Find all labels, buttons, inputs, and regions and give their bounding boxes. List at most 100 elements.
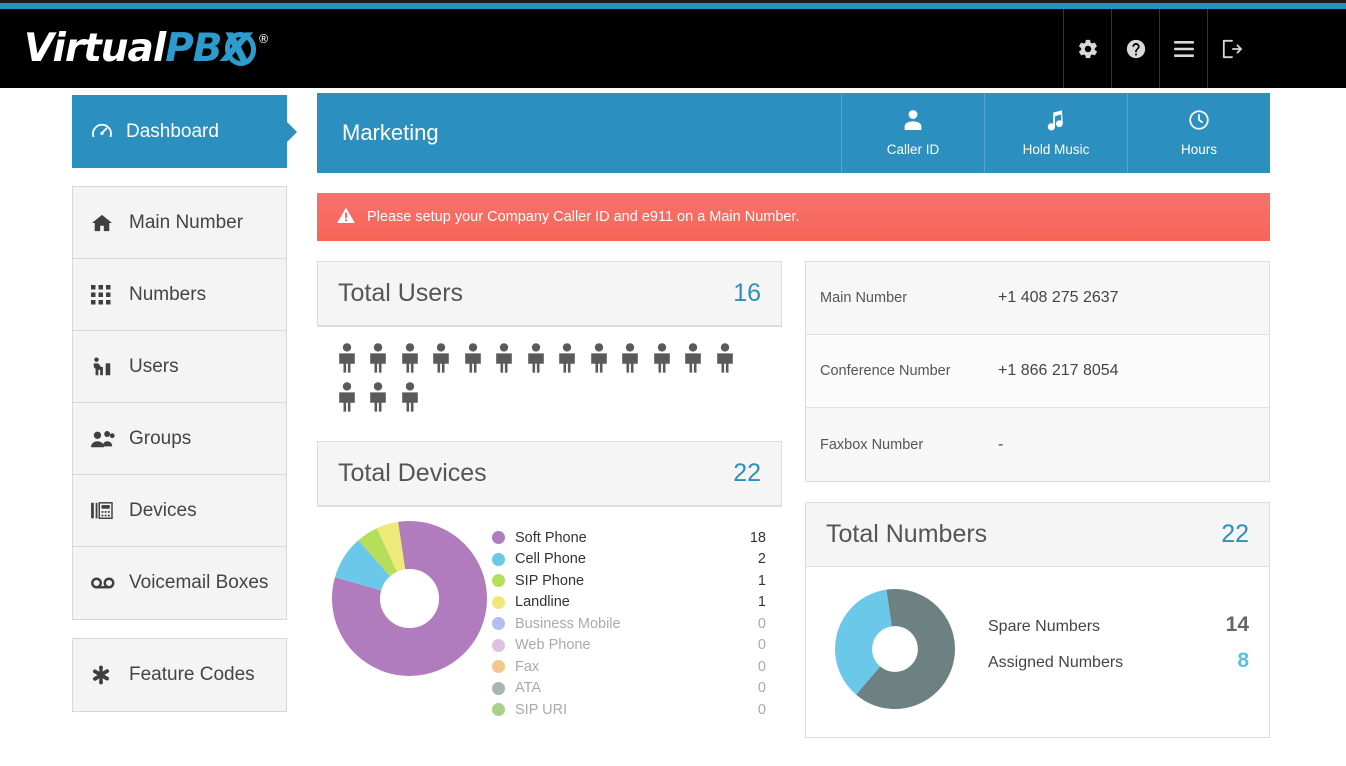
total-numbers-title: Total Numbers [826, 520, 987, 549]
sidebar-item-label: Groups [129, 428, 191, 450]
numbers-donut-svg [835, 589, 955, 709]
sidebar-item-main-number[interactable]: Main Number [73, 187, 286, 259]
caller-id-button[interactable]: Caller ID [841, 93, 984, 173]
sidebar-item-devices[interactable]: Devices [73, 475, 286, 547]
device-legend-row: ATA0 [492, 678, 766, 700]
legend-color-dot [492, 553, 505, 566]
total-users-body [317, 327, 782, 441]
sidebar-group-primary: Main Number Numbers [72, 186, 287, 620]
sidebar-item-numbers[interactable]: Numbers [73, 259, 286, 331]
total-devices-header: Total Devices 22 [318, 442, 781, 506]
logo-registered-mark: ® [258, 32, 269, 46]
legend-label: ATA [515, 680, 758, 696]
right-column: Main Number +1 408 275 2637 Conference N… [805, 261, 1270, 738]
desk-phone-icon [91, 501, 119, 521]
hours-button[interactable]: Hours [1127, 93, 1270, 173]
sidebar-item-groups[interactable]: Groups [73, 403, 286, 475]
user-person-icon [394, 382, 426, 412]
app-header: VirtualPBX® [0, 9, 1346, 88]
total-users-header: Total Users 16 [318, 262, 781, 326]
legend-label: SIP Phone [515, 573, 758, 589]
legend-label: Web Phone [515, 637, 758, 653]
sidebar-item-label: Main Number [129, 212, 243, 234]
legend-color-dot [492, 703, 505, 716]
hours-label: Hours [1181, 142, 1217, 157]
legend-value: 0 [758, 616, 766, 632]
grid-dots-icon [91, 285, 119, 305]
legend-value: 2 [758, 551, 766, 567]
user-person-icon [489, 343, 521, 373]
legend-value: 0 [758, 702, 766, 718]
device-legend-row: Soft Phone18 [492, 527, 766, 549]
sidebar-item-label: Dashboard [126, 121, 219, 143]
sidebar-item-label: Devices [129, 500, 197, 522]
total-numbers-body: Spare Numbers 14 Assigned Numbers 8 [806, 567, 1269, 737]
user-person-icon [552, 343, 584, 373]
device-legend-row: Landline1 [492, 592, 766, 614]
user-person-icon [331, 382, 363, 412]
sidebar-item-feature-codes[interactable]: Feature Codes [73, 639, 286, 711]
dashboard-columns: Total Users 16 Total Devices 22 [317, 261, 1270, 738]
total-devices-card: Total Devices 22 [317, 441, 782, 507]
legend-label: SIP URI [515, 702, 758, 718]
total-numbers-count: 22 [1221, 520, 1249, 549]
header-actions [1063, 9, 1346, 88]
info-row: Main Number +1 408 275 2637 [806, 262, 1269, 335]
warning-triangle-icon [337, 207, 355, 228]
legend-color-dot [492, 639, 505, 652]
user-desk-icon [91, 356, 119, 378]
sidebar-item-dashboard[interactable]: Dashboard [72, 95, 287, 168]
sidebar: Dashboard Main Number [72, 95, 287, 712]
total-users-card: Total Users 16 [317, 261, 782, 327]
user-person-icon [583, 343, 615, 373]
person-icon [903, 109, 923, 136]
hamburger-icon [1173, 40, 1195, 58]
voicemail-icon [91, 576, 119, 590]
legend-value: 0 [758, 659, 766, 675]
question-circle-icon [1125, 38, 1147, 60]
info-key: Main Number [820, 290, 998, 306]
legend-color-dot [492, 596, 505, 609]
page-title: Marketing [317, 93, 841, 173]
numbers-legend: Spare Numbers 14 Assigned Numbers 8 [970, 613, 1249, 685]
total-devices-title: Total Devices [338, 459, 487, 488]
numbers-info-card: Main Number +1 408 275 2637 Conference N… [805, 261, 1270, 482]
legend-color-dot [492, 617, 505, 630]
clock-icon [1188, 109, 1210, 136]
device-legend-row: SIP Phone1 [492, 570, 766, 592]
spare-numbers-label: Spare Numbers [988, 618, 1100, 636]
info-value: +1 408 275 2637 [998, 289, 1119, 307]
settings-button[interactable] [1063, 9, 1111, 88]
device-legend-row: Web Phone0 [492, 635, 766, 657]
help-button[interactable] [1111, 9, 1159, 88]
sidebar-item-label: Numbers [129, 284, 206, 306]
sidebar-item-users[interactable]: Users [73, 331, 286, 403]
legend-color-dot [492, 531, 505, 544]
total-devices-body: Soft Phone18Cell Phone2SIP Phone1Landlin… [317, 507, 782, 731]
logout-icon [1221, 39, 1243, 59]
assigned-numbers-label: Assigned Numbers [988, 654, 1123, 672]
setup-alert-banner: Please setup your Company Caller ID and … [317, 193, 1270, 241]
legend-label: Fax [515, 659, 758, 675]
user-person-icon [520, 343, 552, 373]
devices-donut-svg [332, 521, 487, 676]
gear-icon [1077, 38, 1099, 60]
logo-text-virtual: Virtual [24, 26, 165, 71]
user-person-icon [709, 343, 741, 373]
legend-label: Landline [515, 594, 758, 610]
sidebar-item-voicemail-boxes[interactable]: Voicemail Boxes [73, 547, 286, 619]
assigned-numbers-row: Assigned Numbers 8 [988, 649, 1249, 685]
legend-color-dot [492, 682, 505, 695]
info-key: Conference Number [820, 363, 998, 379]
user-person-icon [678, 343, 710, 373]
total-numbers-header: Total Numbers 22 [806, 503, 1269, 567]
virtualpbx-logo[interactable]: VirtualPBX® [24, 26, 269, 71]
user-icon-grid [331, 343, 768, 421]
donut-segment [356, 545, 463, 652]
menu-button[interactable] [1159, 9, 1207, 88]
devices-donut-chart [327, 521, 492, 721]
devices-legend: Soft Phone18Cell Phone2SIP Phone1Landlin… [492, 521, 766, 721]
hold-music-button[interactable]: Hold Music [984, 93, 1127, 173]
logout-button[interactable] [1207, 9, 1255, 88]
total-devices-count: 22 [733, 459, 761, 488]
